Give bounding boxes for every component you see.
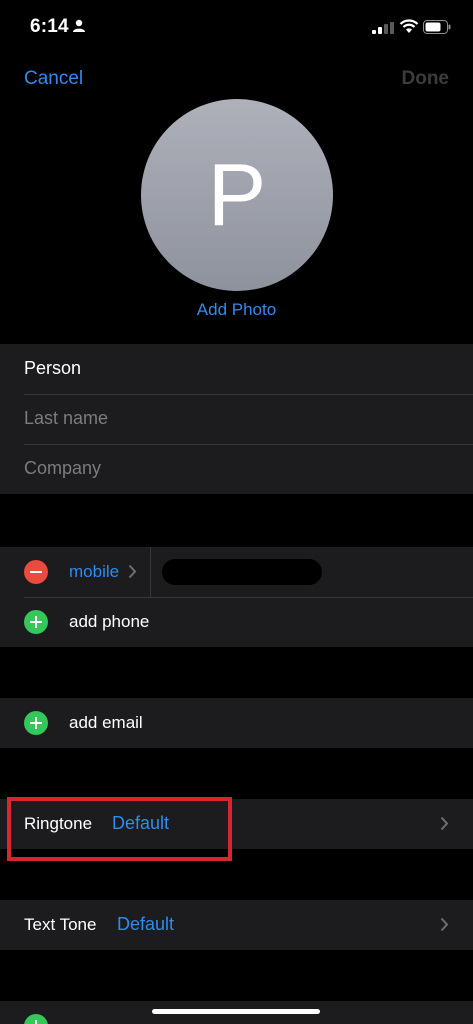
home-indicator[interactable]	[152, 1009, 320, 1014]
last-name-placeholder: Last name	[24, 408, 109, 428]
add-email-row[interactable]: add email	[0, 698, 473, 748]
chevron-right-icon	[128, 564, 137, 579]
status-time: 6:14	[30, 16, 69, 37]
company-field[interactable]: Company	[0, 444, 473, 494]
email-group: add email	[0, 698, 473, 748]
phone-label-button[interactable]: mobile	[69, 562, 119, 582]
phone-group: mobile add phone	[0, 547, 473, 647]
battery-icon	[423, 20, 451, 34]
text-tone-label: Text Tone	[24, 915, 97, 934]
first-name-value: Person	[24, 358, 82, 378]
remove-phone-button[interactable]	[24, 560, 48, 584]
avatar-initial: P	[207, 145, 267, 244]
text-tone-row[interactable]: Text Tone Default	[0, 900, 473, 950]
phone-divider	[150, 547, 151, 597]
person-icon	[73, 19, 85, 32]
text-tone-value: Default	[117, 914, 175, 934]
wifi-icon	[399, 19, 419, 33]
add-more-icon[interactable]	[24, 1014, 48, 1024]
add-phone-label: add phone	[69, 612, 150, 631]
add-email-label: add email	[69, 713, 143, 732]
chevron-right-icon	[440, 917, 449, 932]
add-email-icon	[24, 711, 48, 735]
phone-row: mobile	[0, 547, 473, 597]
add-photo-button[interactable]: Add Photo	[0, 300, 473, 320]
done-button[interactable]: Done	[402, 68, 450, 90]
avatar[interactable]: P	[141, 99, 333, 291]
highlight-annotation	[7, 797, 232, 861]
chevron-right-icon	[440, 816, 449, 831]
cancel-button[interactable]: Cancel	[24, 68, 83, 90]
first-name-field[interactable]: Person	[0, 344, 473, 394]
text-tone-group: Text Tone Default	[0, 900, 473, 950]
company-placeholder: Company	[24, 458, 102, 478]
redacted-phone-number[interactable]	[162, 559, 322, 585]
add-phone-row[interactable]: add phone	[0, 597, 473, 647]
signal-icon	[372, 22, 394, 34]
last-name-field[interactable]: Last name	[0, 394, 473, 444]
status-bar: 6:14	[0, 0, 473, 56]
name-group: Person Last name Company	[0, 344, 473, 494]
add-phone-icon	[24, 610, 48, 634]
